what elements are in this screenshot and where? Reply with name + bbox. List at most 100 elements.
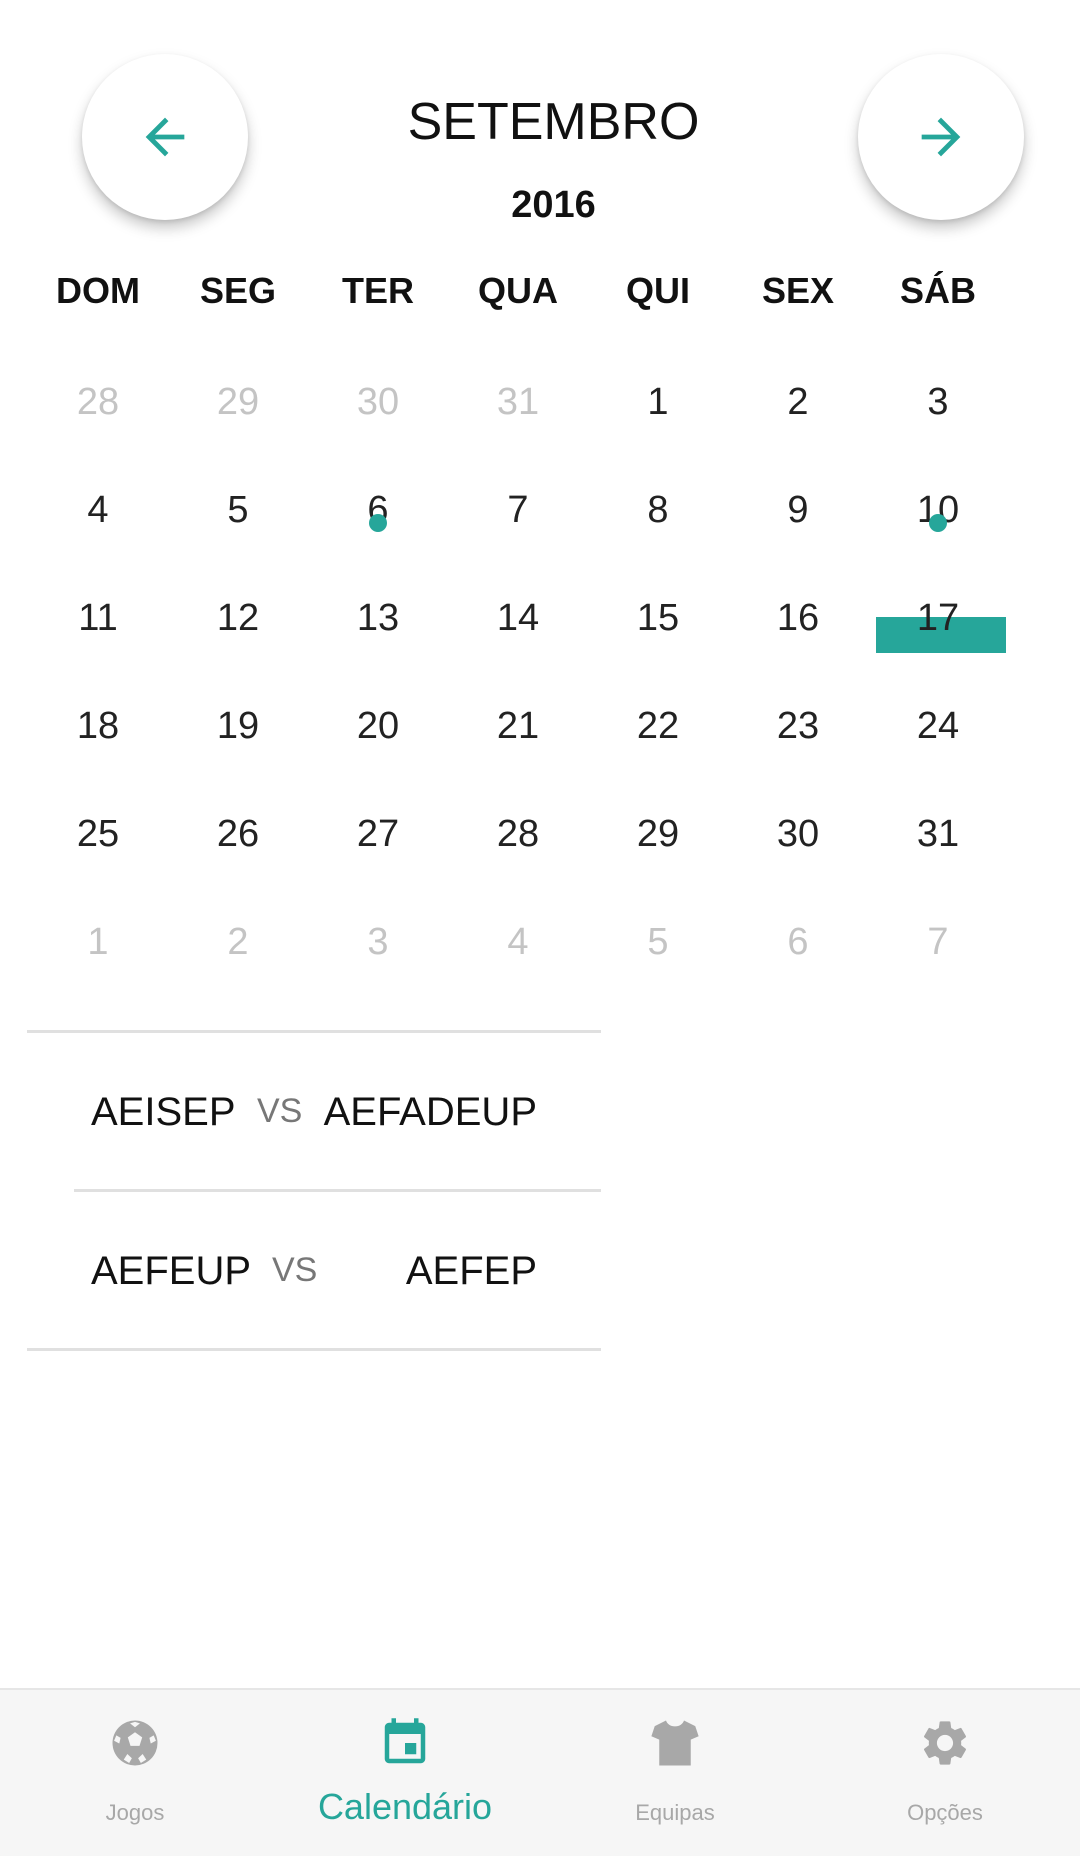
calendar-day[interactable]: 3 [868, 350, 1008, 458]
day-number: 29 [636, 813, 680, 855]
calendar-day[interactable]: 10 [868, 458, 1008, 566]
day-number: 8 [647, 489, 669, 531]
day-number: 2 [227, 921, 249, 963]
bottom-navigation: Jogos Calendário Equipas Opções [0, 1688, 1080, 1856]
calendar-day[interactable]: 21 [448, 674, 588, 782]
day-number: 2 [787, 381, 809, 423]
calendar-day[interactable]: 5 [168, 458, 308, 566]
home-team: AEFEUP [91, 1249, 252, 1293]
calendar-day[interactable]: 25 [28, 782, 168, 890]
calendar-day[interactable]: 7 [448, 458, 588, 566]
shirt-icon [651, 1720, 699, 1766]
calendar-day[interactable]: 30 [308, 350, 448, 458]
calendar-day[interactable]: 24 [868, 674, 1008, 782]
calendar-day[interactable]: 31 [868, 782, 1008, 890]
day-number: 3 [367, 921, 389, 963]
day-number: 11 [78, 597, 118, 639]
calendar-day[interactable]: 28 [448, 782, 588, 890]
day-number: 5 [647, 921, 669, 963]
calendar-day[interactable]: 16 [728, 566, 868, 674]
calendar-day[interactable]: 23 [728, 674, 868, 782]
nav-label: Jogos [105, 1800, 165, 1825]
calendar-day[interactable]: 4 [448, 890, 588, 998]
day-number: 21 [496, 705, 540, 747]
next-month-button[interactable] [858, 54, 1024, 220]
nav-item-calendario[interactable]: Calendário [270, 1690, 540, 1856]
calendar-day[interactable]: 6 [308, 458, 448, 566]
day-number: 23 [776, 705, 820, 747]
nav-label: Calendário [317, 1786, 493, 1827]
calendar-day[interactable]: 14 [448, 566, 588, 674]
nav-item-jogos[interactable]: Jogos [0, 1690, 270, 1856]
away-team: AEFADEUP [323, 1090, 537, 1134]
day-number: 7 [927, 921, 949, 963]
weekday-label: SEG [199, 270, 277, 311]
calendar-day[interactable]: 11 [28, 566, 168, 674]
nav-label: Equipas [635, 1800, 715, 1825]
arrow-right-icon [921, 117, 961, 157]
nav-item-equipas[interactable]: Equipas [540, 1690, 810, 1856]
day-number: 5 [227, 489, 249, 531]
gear-icon [923, 1721, 967, 1765]
day-number: 6 [787, 921, 809, 963]
day-number: 1 [87, 921, 109, 963]
calendar-day[interactable]: 8 [588, 458, 728, 566]
calendar-day[interactable]: 1 [588, 350, 728, 458]
day-number: 30 [356, 381, 400, 423]
calendar-screen: SETEMBRO 2016 DOM SEG TER QUA QUI SEX SÁ… [0, 0, 1080, 1856]
calendar-day[interactable]: 12 [168, 566, 308, 674]
nav-item-opcoes[interactable]: Opções [810, 1690, 1080, 1856]
calendar-day[interactable]: 7 [868, 890, 1008, 998]
calendar-day[interactable]: 2 [728, 350, 868, 458]
calendar-day[interactable]: 1 [28, 890, 168, 998]
calendar-day[interactable]: 28 [28, 350, 168, 458]
day-number: 31 [916, 813, 960, 855]
calendar-day[interactable]: 4 [28, 458, 168, 566]
calendar-day[interactable]: 29 [168, 350, 308, 458]
day-number: 7 [507, 489, 529, 531]
vs-label: VS [257, 1092, 303, 1130]
weekday-label: TER [342, 270, 414, 311]
calendar-day[interactable]: 27 [308, 782, 448, 890]
calendar-day[interactable]: 19 [168, 674, 308, 782]
day-number: 12 [216, 597, 260, 639]
calendar-day[interactable]: 29 [588, 782, 728, 890]
calendar-day[interactable]: 13 [308, 566, 448, 674]
day-number: 31 [496, 381, 540, 423]
day-number: 3 [927, 381, 949, 423]
away-team: AEFEP [405, 1249, 537, 1293]
day-number: 4 [87, 489, 109, 531]
day-number: 14 [496, 597, 540, 639]
calendar-day[interactable]: 9 [728, 458, 868, 566]
calendar-day[interactable]: 30 [728, 782, 868, 890]
calendar-day[interactable]: 6 [728, 890, 868, 998]
calendar-day[interactable]: 2 [168, 890, 308, 998]
weekday-label: DOM [56, 270, 140, 311]
calendar-day[interactable]: 26 [168, 782, 308, 890]
event-dot-indicator [929, 514, 947, 532]
calendar-day[interactable]: 18 [28, 674, 168, 782]
weekday-label: SÁB [899, 270, 976, 311]
home-team: AEISEP [91, 1090, 236, 1134]
day-number: 24 [916, 705, 960, 747]
day-number: 25 [76, 813, 120, 855]
match-list: AEISEP VS AEFADEUP AEFEUP VS AEFEP [27, 1030, 601, 1351]
weekday-label: QUA [478, 270, 558, 311]
day-number: 13 [356, 597, 400, 639]
day-number: 16 [776, 597, 820, 639]
match-item[interactable]: AEFEUP VS AEFEP [27, 1192, 601, 1348]
calendar-day[interactable]: 15 [588, 566, 728, 674]
calendar-day[interactable]: 31 [448, 350, 588, 458]
calendar-day[interactable]: 22 [588, 674, 728, 782]
calendar-day[interactable]: 17 [868, 566, 1008, 674]
day-number: 29 [216, 381, 260, 423]
calendar-day[interactable]: 20 [308, 674, 448, 782]
day-number: 4 [507, 921, 529, 963]
calendar-icon [384, 1718, 426, 1764]
vs-label: VS [272, 1251, 318, 1289]
match-item[interactable]: AEISEP VS AEFADEUP [27, 1033, 601, 1189]
day-number: 20 [356, 705, 400, 747]
calendar-day[interactable]: 3 [308, 890, 448, 998]
day-number: 18 [76, 705, 120, 747]
calendar-day[interactable]: 5 [588, 890, 728, 998]
